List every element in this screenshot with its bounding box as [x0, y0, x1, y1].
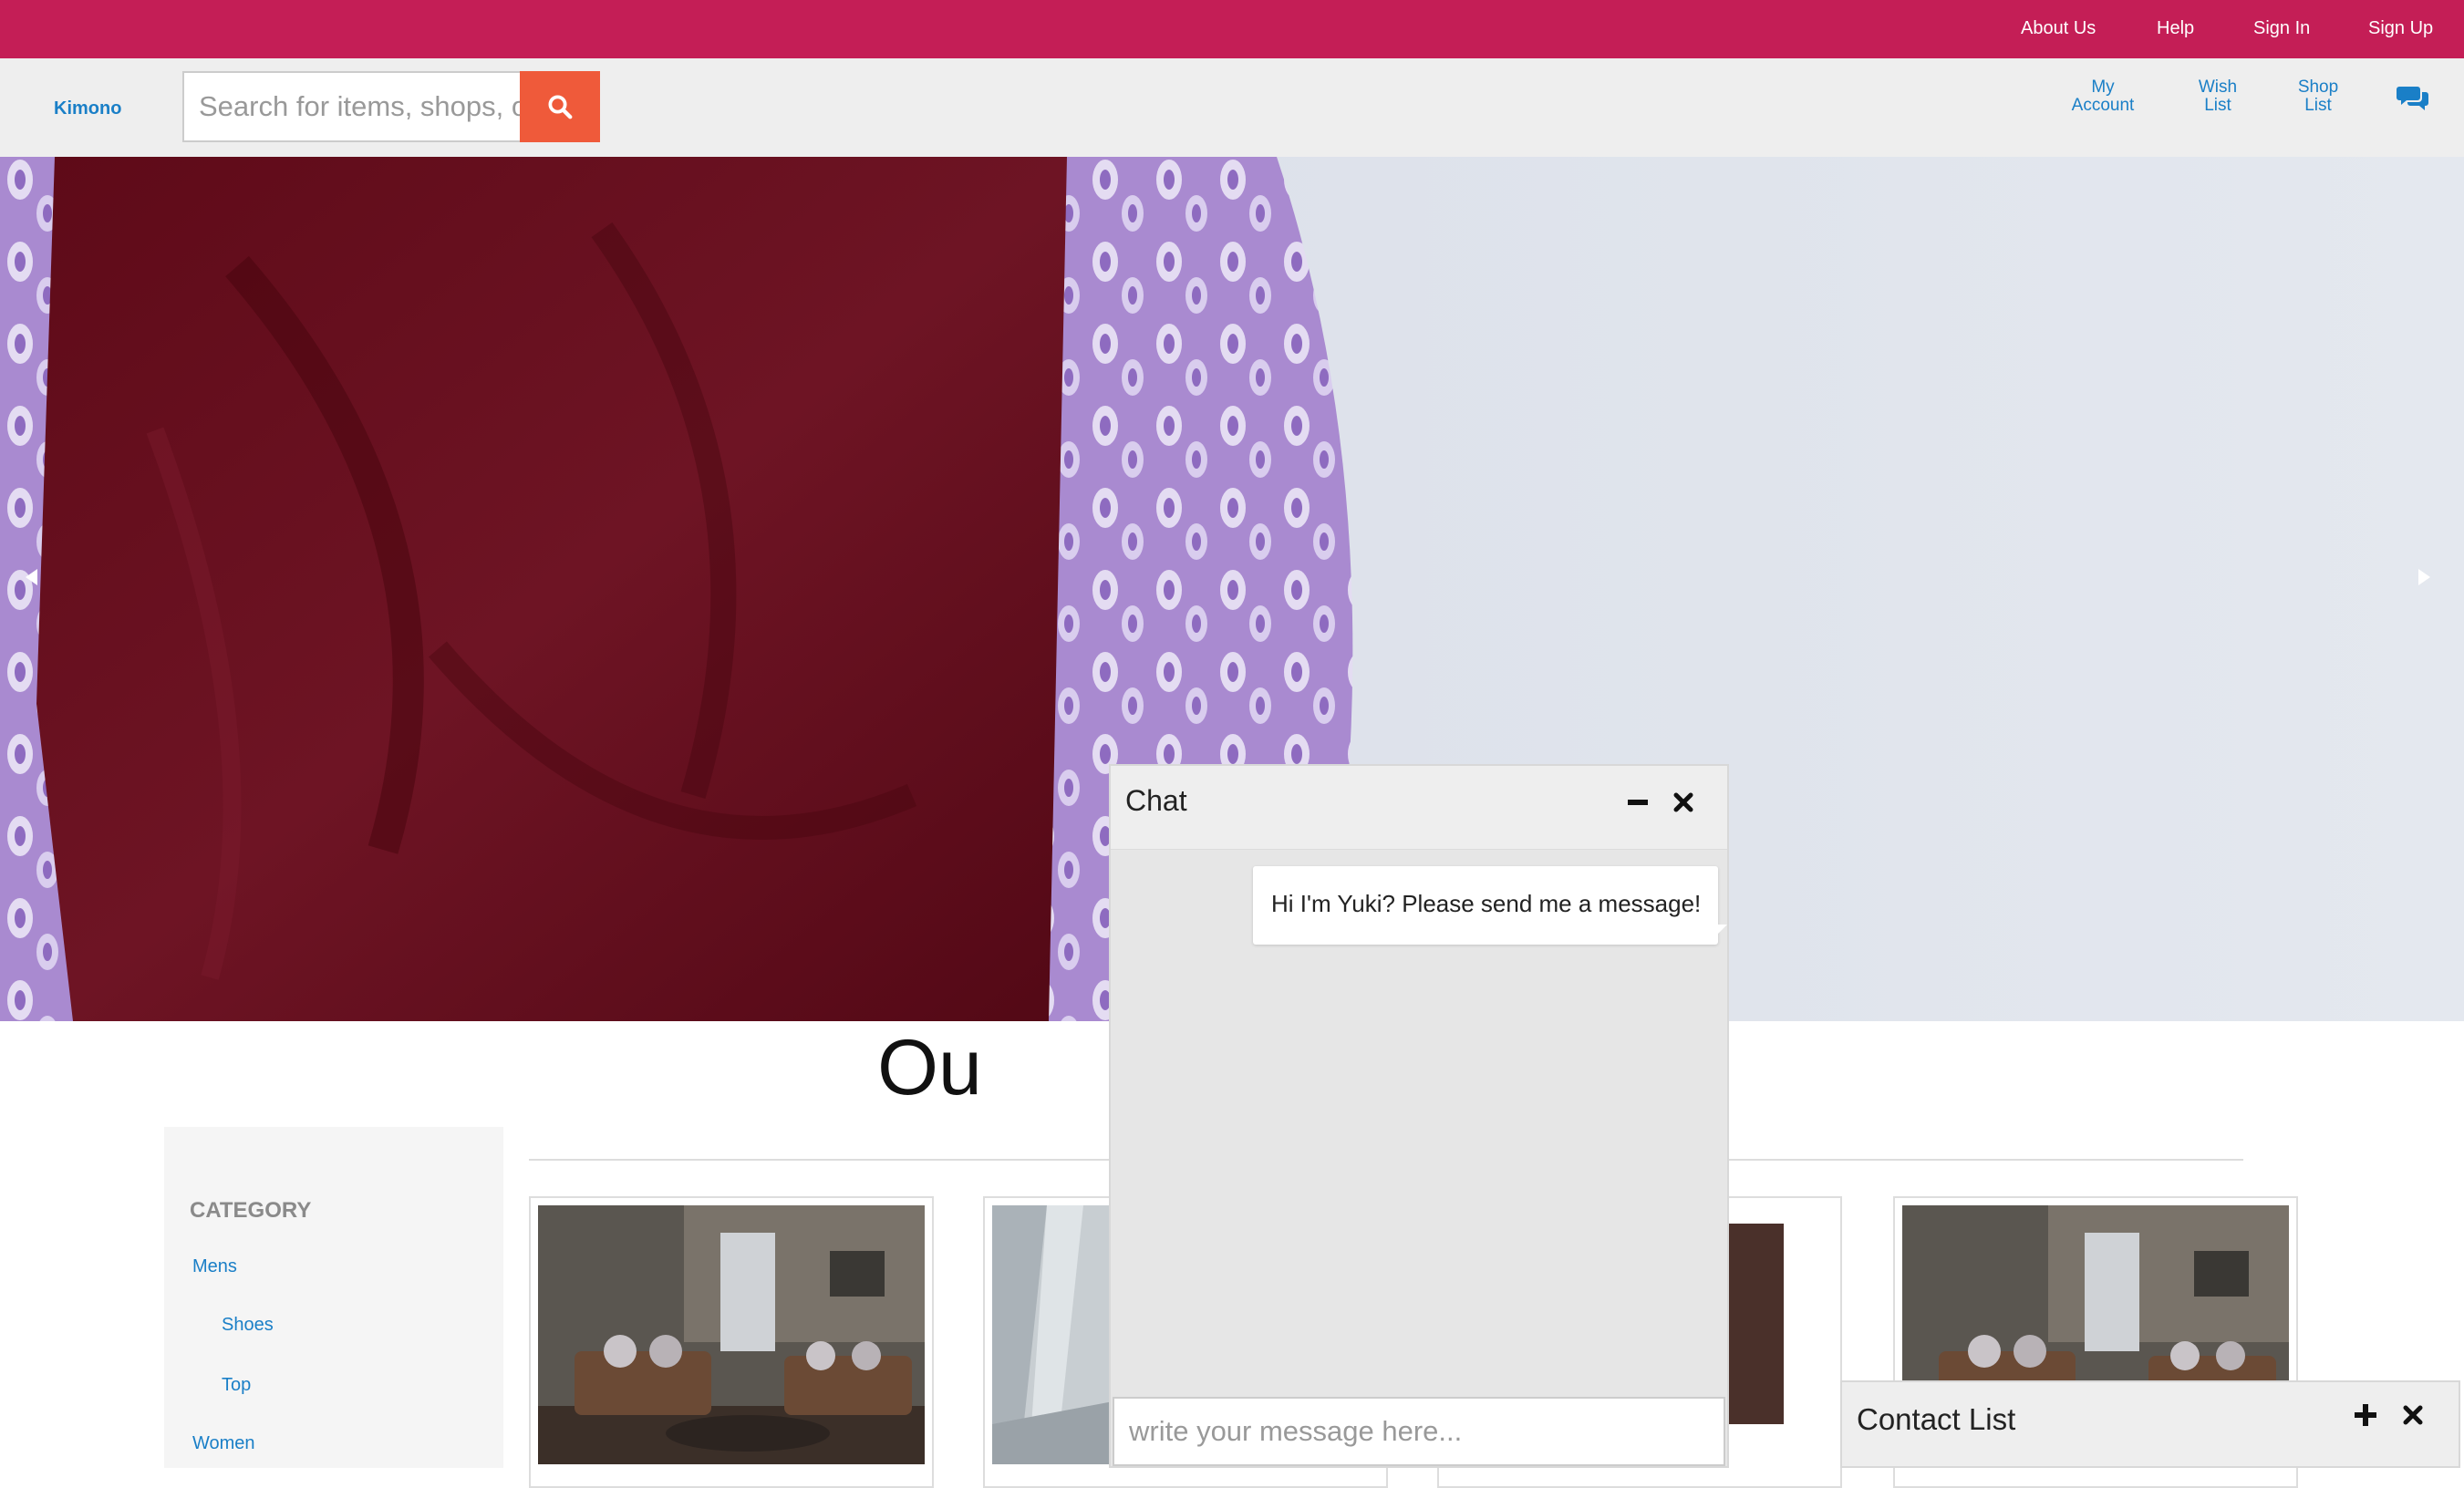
chat-message-input[interactable] — [1113, 1397, 1725, 1466]
category-sidebar: CATEGORY Mens Shoes Top Women — [164, 1127, 503, 1468]
contact-list-close-button[interactable] — [2395, 1397, 2431, 1433]
chat-title: Chat — [1125, 784, 1187, 817]
search-input[interactable] — [182, 71, 522, 142]
add-contact-button[interactable] — [2347, 1397, 2384, 1433]
product-image — [538, 1205, 925, 1464]
category-item-shoes[interactable]: Shoes — [222, 1315, 274, 1336]
search-button[interactable] — [520, 71, 600, 142]
shop-list-link[interactable]: Shop List — [2289, 78, 2347, 115]
chat-bubble-tail — [1718, 925, 1727, 934]
category-item-mens[interactable]: Mens — [192, 1256, 237, 1277]
chat-header: Chat — [1111, 766, 1727, 850]
plus-icon — [2355, 1404, 2376, 1426]
carousel-next-icon[interactable] — [2418, 569, 2430, 585]
sign-up-link[interactable]: Sign Up — [2368, 18, 2433, 39]
minus-icon — [1628, 800, 1648, 805]
sign-in-link[interactable]: Sign In — [2253, 18, 2310, 39]
carousel-prev-icon[interactable] — [26, 569, 37, 585]
chat-message-text: Hi I'm Yuki? Please send me a message! — [1271, 890, 1702, 917]
category-item-women[interactable]: Women — [192, 1433, 255, 1454]
about-us-link[interactable]: About Us — [2021, 18, 2096, 39]
comments-icon[interactable] — [2397, 84, 2429, 111]
contact-list-panel[interactable]: Contact List — [1840, 1380, 2460, 1468]
search-icon — [548, 95, 573, 119]
product-card[interactable] — [529, 1196, 934, 1488]
close-icon — [2403, 1405, 2423, 1425]
chat-message: Hi I'm Yuki? Please send me a message! — [1253, 866, 1718, 945]
help-link[interactable]: Help — [2157, 18, 2194, 39]
my-account-link[interactable]: My Account — [2066, 78, 2139, 115]
chat-window: Chat Hi I'm Yuki? Please send me a messa… — [1109, 764, 1729, 1468]
category-item-top[interactable]: Top — [222, 1375, 251, 1396]
header-nav: Kimono My Account Wish List Shop List — [0, 58, 2464, 157]
brand-logo[interactable]: Kimono — [54, 98, 121, 119]
contact-list-title: Contact List — [1857, 1402, 2016, 1436]
minimize-button[interactable] — [1620, 784, 1656, 821]
wish-list-link[interactable]: Wish List — [2189, 78, 2247, 115]
chat-close-button[interactable] — [1665, 784, 1702, 821]
category-heading: CATEGORY — [190, 1198, 312, 1223]
top-bar: About Us Help Sign In Sign Up — [0, 0, 2464, 58]
close-icon — [1673, 792, 1693, 812]
